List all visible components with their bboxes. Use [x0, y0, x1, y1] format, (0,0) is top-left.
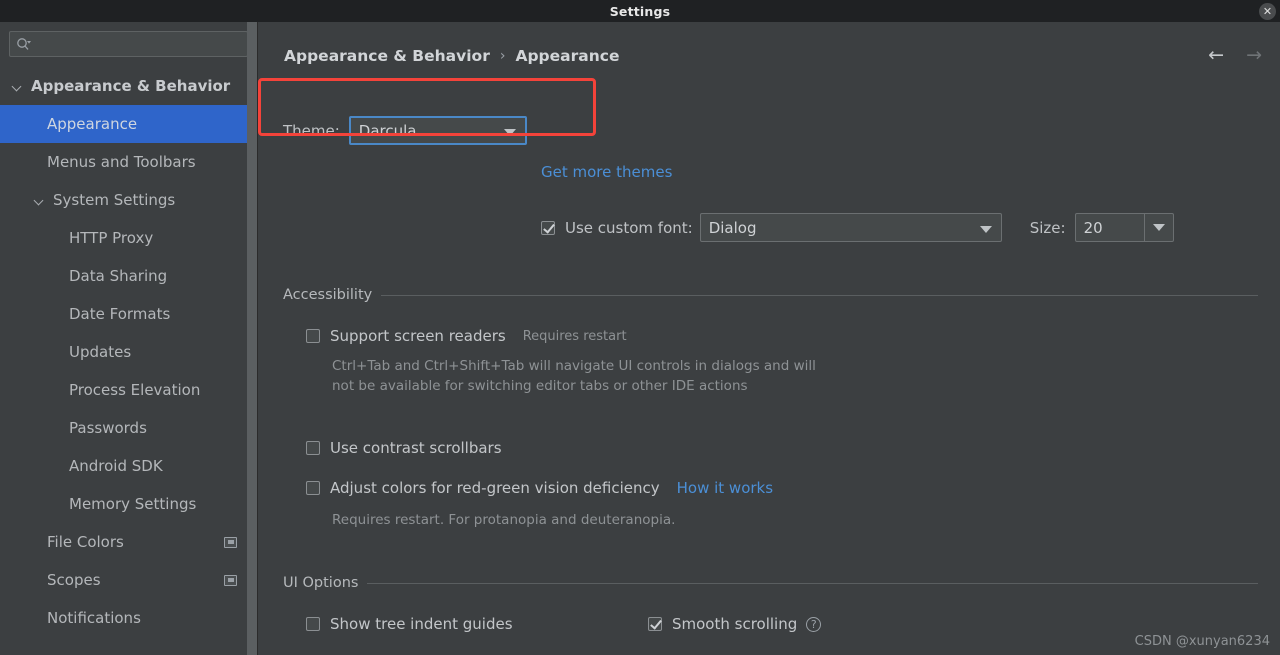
sidebar-item-label: File Colors — [47, 533, 124, 551]
adjust-colors-hint: Requires restart. For protanopia and deu… — [332, 512, 676, 528]
show-tree-indent-guides-label: Show tree indent guides — [330, 615, 513, 633]
sidebar-item-updates[interactable]: Updates — [0, 333, 257, 371]
adjust-colors-checkbox[interactable] — [306, 481, 320, 495]
accessibility-section-title: Accessibility — [283, 287, 373, 303]
sidebar-item-label: Android SDK — [69, 457, 163, 475]
sidebar-item-menus-and-toolbars[interactable]: Menus and Toolbars — [0, 143, 257, 181]
get-more-themes-link[interactable]: Get more themes — [541, 163, 672, 181]
sidebar-item-notifications[interactable]: Notifications — [0, 599, 257, 637]
theme-select[interactable]: Darcula — [348, 116, 527, 145]
sidebar-item-label: Notifications — [47, 609, 141, 627]
sidebar-item-label: Appearance — [47, 115, 138, 133]
search-input[interactable] — [36, 36, 241, 52]
sidebar-item-memory-settings[interactable]: Memory Settings — [0, 485, 257, 523]
ui-options-section-title: UI Options — [283, 575, 359, 591]
theme-row: Theme: Darcula — [283, 116, 527, 145]
arrow-right-icon[interactable]: → — [1246, 46, 1262, 65]
section-divider — [367, 582, 1258, 584]
font-size-value[interactable]: 20 — [1076, 219, 1103, 237]
sidebar-item-label: HTTP Proxy — [69, 229, 154, 247]
close-icon[interactable]: ✕ — [1259, 3, 1276, 20]
font-family-select[interactable]: Dialog — [699, 213, 1002, 242]
sidebar-item-passwords[interactable]: Passwords — [0, 409, 257, 447]
breadcrumb: Appearance & Behavior › Appearance — [284, 47, 619, 65]
sidebar-item-label: Data Sharing — [69, 267, 168, 285]
window-title: Settings — [609, 3, 671, 19]
sidebar-item-appearance[interactable]: Appearance — [0, 105, 257, 143]
font-size-stepper[interactable]: 20 — [1074, 213, 1174, 242]
sidebar-item-label: Updates — [69, 343, 132, 361]
section-divider — [381, 294, 1258, 296]
use-custom-font-checkbox[interactable] — [541, 220, 555, 235]
breadcrumb-parent[interactable]: Appearance & Behavior — [284, 47, 490, 65]
adjust-colors-row[interactable]: Adjust colors for red-green vision defic… — [306, 479, 773, 497]
arrow-left-icon[interactable]: ← — [1208, 46, 1224, 65]
chevron-down-icon[interactable] — [1143, 214, 1173, 241]
module-icon — [224, 574, 237, 586]
sidebar-item-label: Date Formats — [69, 305, 171, 323]
sidebar-search-wrapper — [0, 22, 257, 57]
sidebar-item-label: System Settings — [53, 191, 176, 209]
sidebar-item-process-elevation[interactable]: Process Elevation — [0, 371, 257, 409]
settings-window: Settings ✕ Appearance & Behavior Appearan… — [0, 0, 1280, 655]
sidebar-item-system-settings[interactable]: System Settings — [0, 181, 257, 219]
smooth-scrolling-label: Smooth scrolling — [672, 615, 798, 633]
requires-restart-hint: Requires restart — [522, 328, 627, 344]
smooth-scrolling-checkbox[interactable] — [648, 617, 662, 631]
search-box[interactable] — [9, 31, 248, 57]
how-it-works-link[interactable]: How it works — [677, 479, 773, 497]
use-custom-font-label: Use custom font: — [565, 218, 693, 237]
support-screen-readers-row[interactable]: Support screen readers Requires restart — [306, 327, 627, 345]
chevron-right-icon: › — [499, 48, 506, 64]
theme-select-value: Darcula — [358, 121, 417, 140]
smooth-scrolling-row[interactable]: Smooth scrolling ? — [648, 615, 822, 633]
title-bar: Settings ✕ — [0, 0, 1280, 22]
sidebar-item-label: Memory Settings — [69, 495, 197, 513]
chevron-down-icon[interactable] — [34, 195, 45, 206]
sidebar-scrollbar-track[interactable] — [247, 22, 257, 655]
show-tree-indent-guides-row[interactable]: Show tree indent guides — [306, 615, 513, 633]
sidebar: Appearance & Behavior Appearance Menus and… — [0, 22, 258, 655]
screen-readers-description: Ctrl+Tab and Ctrl+Shift+Tab will navigat… — [332, 358, 816, 394]
module-icon — [224, 536, 237, 548]
support-screen-readers-label: Support screen readers — [330, 327, 506, 345]
sidebar-item-label: Scopes — [47, 571, 101, 589]
ui-options-section-header: UI Options — [283, 575, 1258, 591]
chevron-down-icon[interactable] — [12, 81, 23, 92]
help-icon[interactable]: ? — [806, 616, 822, 632]
use-contrast-scrollbars-checkbox[interactable] — [306, 441, 320, 455]
sidebar-item-label: Process Elevation — [69, 381, 201, 399]
sidebar-item-data-sharing[interactable]: Data Sharing — [0, 257, 257, 295]
theme-label: Theme: — [283, 121, 340, 140]
show-tree-indent-guides-checkbox[interactable] — [306, 617, 320, 631]
sidebar-item-label: Menus and Toolbars — [47, 153, 196, 171]
adjust-colors-label: Adjust colors for red-green vision defic… — [330, 479, 660, 497]
chevron-down-icon — [503, 128, 516, 136]
accessibility-section-header: Accessibility — [283, 287, 1258, 303]
sidebar-item-label: Passwords — [69, 419, 147, 437]
custom-font-row: Use custom font: Dialog Size: 20 — [541, 213, 1174, 242]
sidebar-item-label: Appearance & Behavior — [31, 77, 231, 95]
navigation-arrows: ← → — [1208, 46, 1262, 65]
font-size-label: Size: — [1029, 218, 1066, 237]
search-icon — [16, 37, 31, 51]
sidebar-item-android-sdk[interactable]: Android SDK — [0, 447, 257, 485]
sidebar-item-scopes[interactable]: Scopes — [0, 561, 257, 599]
contrast-scrollbars-row[interactable]: Use contrast scrollbars — [306, 439, 502, 457]
settings-tree: Appearance & Behavior Appearance Menus and… — [0, 67, 257, 637]
font-family-value: Dialog — [708, 218, 757, 237]
sidebar-item-file-colors[interactable]: File Colors — [0, 523, 257, 561]
breadcrumb-current: Appearance — [515, 47, 620, 65]
watermark: CSDN @xunyan6234 — [1134, 634, 1270, 649]
support-screen-readers-checkbox[interactable] — [306, 329, 320, 343]
use-contrast-scrollbars-label: Use contrast scrollbars — [330, 439, 502, 457]
content-pane: Appearance & Behavior › Appearance ← → T… — [259, 22, 1280, 655]
sidebar-item-date-formats[interactable]: Date Formats — [0, 295, 257, 333]
chevron-down-icon — [979, 225, 992, 233]
sidebar-scrollbar-thumb[interactable] — [247, 22, 257, 655]
sidebar-item-http-proxy[interactable]: HTTP Proxy — [0, 219, 257, 257]
sidebar-item-appearance-behavior[interactable]: Appearance & Behavior — [0, 67, 257, 105]
